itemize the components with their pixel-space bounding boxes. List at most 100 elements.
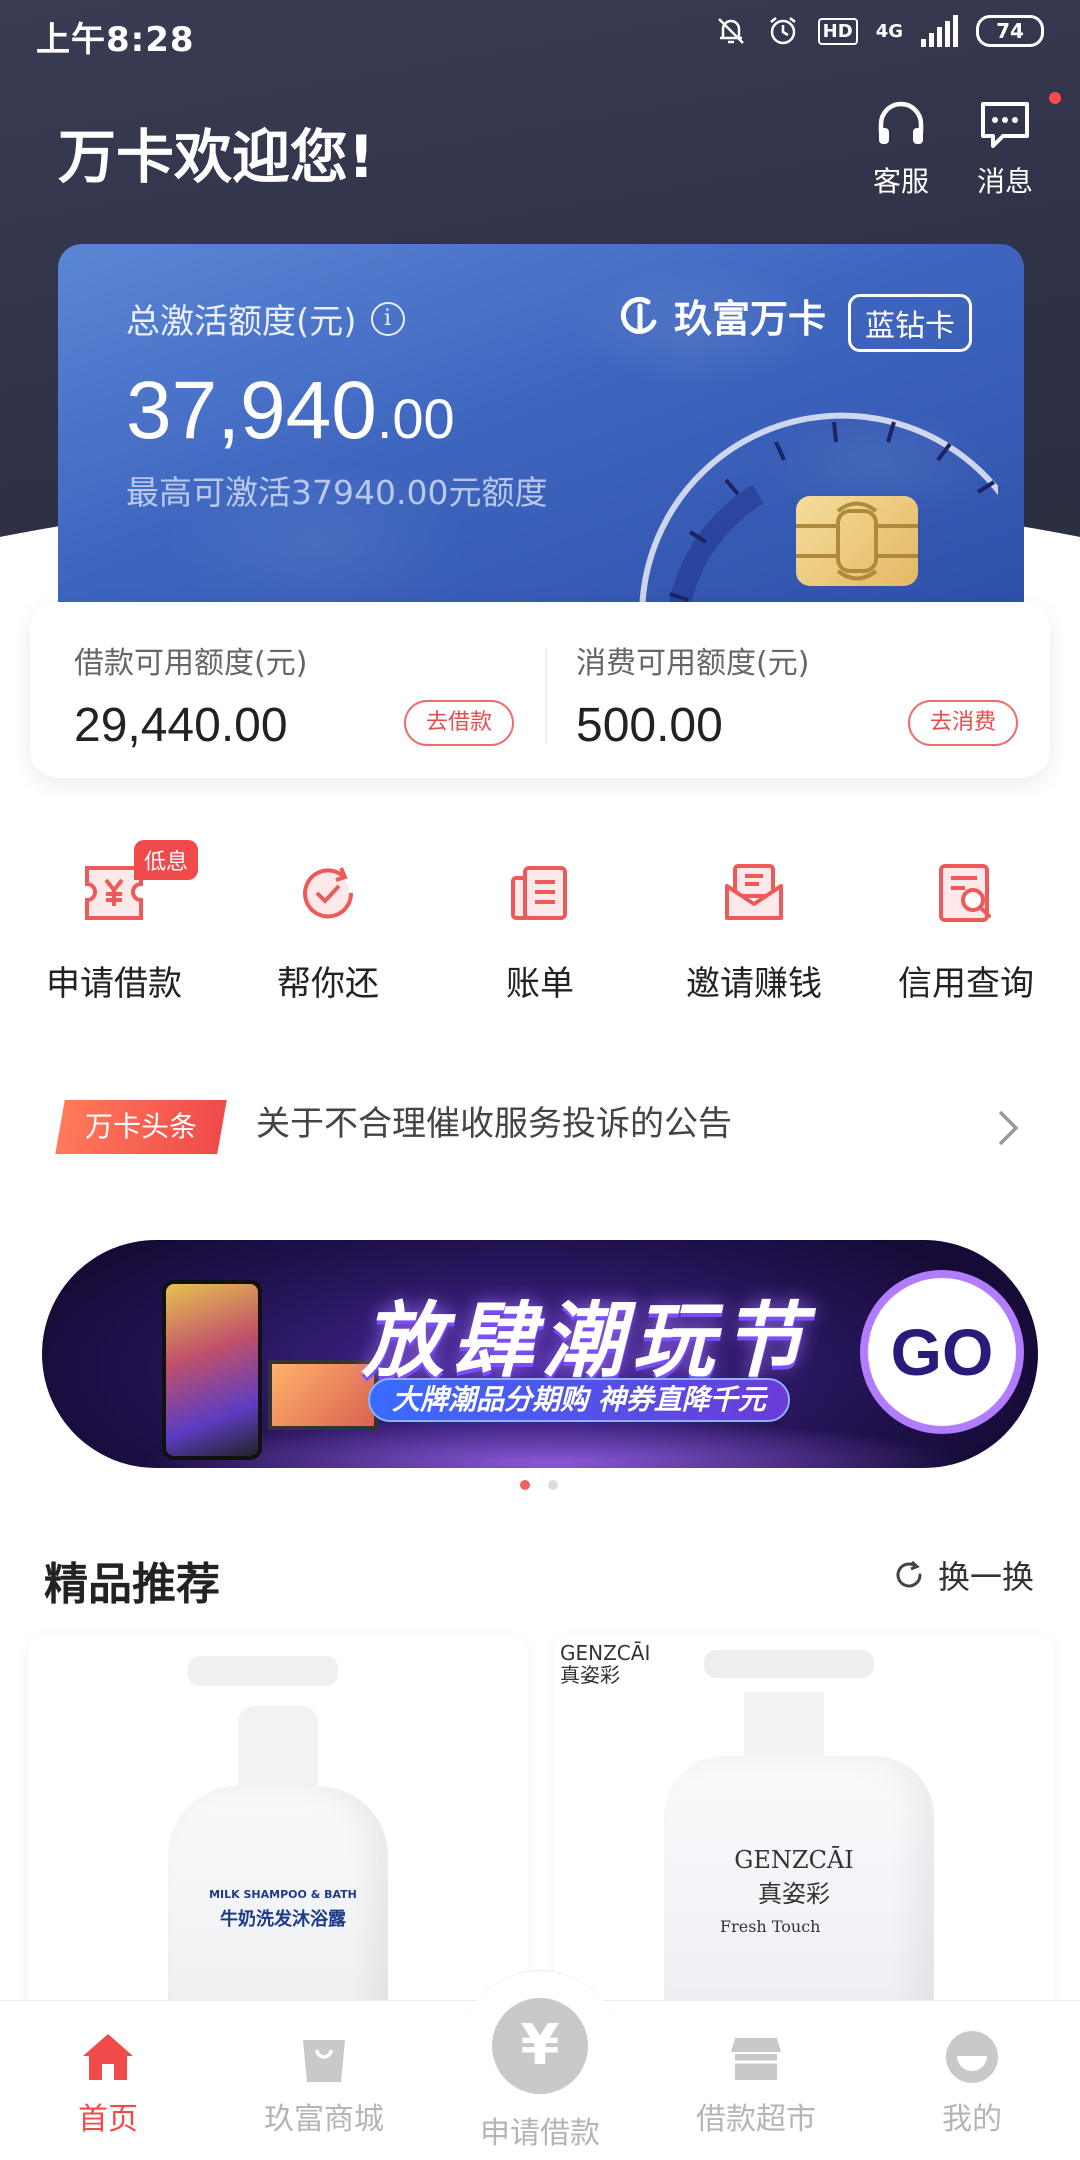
network-label: 4G: [875, 20, 903, 42]
banner-subtitle: 大牌潮品分期购 神券直降千元: [368, 1378, 790, 1422]
hd-badge: HD: [817, 17, 858, 45]
store-icon: [731, 2038, 781, 2080]
nav-loan-market[interactable]: 借款超市: [648, 2028, 864, 2138]
quick-action-label: 账单: [506, 964, 574, 1004]
amount-main: 37,940: [126, 365, 377, 456]
nav-apply-loan[interactable]: ¥ 申请借款: [432, 1998, 648, 2152]
quick-action-bill[interactable]: 账单: [432, 820, 648, 1005]
card-brand: 玖富万卡: [618, 288, 826, 343]
activation-hint: 最高可激活37940.00元额度: [126, 473, 548, 512]
status-icons: HD 4G 74: [714, 14, 1044, 48]
quick-action-label: 申请借款: [46, 964, 182, 1004]
banner-title: 放肆潮玩节: [362, 1294, 812, 1389]
product-tagline: MILK SHAMPOO & BATH: [209, 1888, 357, 1901]
info-icon[interactable]: i: [370, 301, 405, 336]
pagination-dot-active: [520, 1480, 530, 1490]
nav-profile[interactable]: 我的: [864, 2028, 1080, 2138]
product-label: GENZCĀI 真姿彩 Fresh Touch: [704, 1846, 884, 1936]
chip-lines: [796, 501, 918, 581]
alarm-icon: [769, 17, 796, 45]
bill-icon: [511, 866, 567, 920]
banner-go-button[interactable]: GO: [860, 1270, 1024, 1434]
card-chip: [796, 496, 918, 586]
product-line: Fresh Touch: [720, 1917, 821, 1936]
message-label: 消息: [976, 165, 1033, 198]
status-bar: 上午8:28 HD 4G 74: [0, 0, 1080, 66]
news-headline[interactable]: 关于不合理催收服务投诉的公告: [256, 1096, 732, 1145]
refresh-label: 换一换: [938, 1558, 1035, 1596]
brand-name: 玖富万卡: [674, 297, 827, 341]
quick-action-apply-loan[interactable]: 申请借款 低息: [6, 820, 222, 1005]
headset-icon: [878, 101, 924, 144]
pagination-dot: [548, 1480, 558, 1490]
quick-action-repay[interactable]: 帮你还: [220, 820, 436, 1005]
product-brand-corner: GENZCĀI 真姿彩: [560, 1642, 650, 1686]
quick-action-invite[interactable]: 邀请赚钱: [646, 820, 862, 1005]
credit-search-icon: [939, 864, 991, 922]
go-spend-button[interactable]: 去消费: [908, 700, 1019, 746]
balance-panel: 借款可用额度(元) 29,440.00 去借款 消费可用额度(元) 500.00…: [30, 602, 1050, 778]
refresh-button[interactable]: 换一换: [892, 1552, 1034, 1598]
product-image: [238, 1706, 318, 1796]
quick-action-label: 信用查询: [898, 964, 1034, 1004]
product-brand-en: GENZCĀI: [734, 1846, 854, 1874]
banner-phone-image: [162, 1280, 262, 1460]
invite-envelope-icon: [725, 864, 783, 920]
product-brand-cn: 真姿彩: [758, 1880, 830, 1908]
section-title: 精品推荐: [44, 1559, 220, 1610]
nav-label: 申请借款: [480, 2116, 600, 2151]
news-tag: 万卡头条: [55, 1100, 227, 1154]
product-image: [188, 1656, 338, 1686]
nav-mall[interactable]: 玖富商城: [216, 2028, 432, 2138]
brand-logo-icon: [620, 296, 657, 334]
mute-bell-icon: [717, 18, 744, 44]
shopping-bag-icon: [303, 2040, 345, 2082]
signal-icon: [921, 15, 958, 47]
quick-action-credit-query[interactable]: 信用查询: [858, 820, 1074, 1005]
total-limit-label: 总激活额度(元): [126, 302, 357, 342]
service-label: 客服: [872, 165, 929, 198]
refresh-icon: [896, 1560, 922, 1588]
brand-cn: 真姿彩: [560, 1663, 620, 1687]
product-label: MILK SHAMPOO & BATH 牛奶洗发沐浴露: [208, 1888, 358, 1931]
nav-label: 我的: [942, 2102, 1002, 2137]
banner-pagination: [520, 1480, 558, 1490]
customer-service-button[interactable]: 客服: [846, 96, 956, 200]
yuan-icon: ¥: [492, 1998, 588, 2094]
product-card[interactable]: MILK SHAMPOO & BATH 牛奶洗发沐浴露: [28, 1636, 528, 2056]
quick-actions: 申请借款 低息 帮你还 账单 邀请赚钱 信用查询: [0, 820, 1080, 1020]
message-icon: [981, 102, 1029, 148]
nav-label: 借款超市: [696, 2102, 816, 2137]
product-name: 牛奶洗发沐浴露: [220, 1909, 346, 1930]
card-tier-badge: 蓝钻卡: [848, 294, 972, 352]
repay-check-icon: [303, 867, 354, 919]
total-limit-amount: 37,940.00: [126, 364, 455, 458]
unread-dot: [1049, 92, 1061, 104]
divider: [545, 648, 547, 744]
profile-icon: [946, 2031, 998, 2083]
nav-label: 玖富商城: [264, 2102, 384, 2137]
chevron-right-icon[interactable]: [990, 1106, 1026, 1150]
go-borrow-button[interactable]: 去借款: [404, 700, 515, 746]
amount-cents: .00: [376, 387, 455, 450]
credit-card[interactable]: 总激活额度(元) i 玖富万卡 蓝钻卡 37,940.00 最高可激活37940…: [58, 244, 1024, 624]
spend-limit-label: 消费可用额度(元): [576, 646, 810, 681]
low-interest-badge: 低息: [134, 840, 199, 880]
card-label: 总激活额度(元) i: [126, 294, 405, 343]
news-ticker[interactable]: 万卡头条 关于不合理催收服务投诉的公告: [0, 1082, 1080, 1172]
nav-label: 首页: [78, 2102, 138, 2137]
greeting-title: 万卡欢迎您!: [58, 123, 375, 191]
quick-action-label: 邀请赚钱: [686, 964, 822, 1004]
banner-glow: [142, 1418, 962, 1468]
status-time: 上午8:28: [36, 20, 195, 60]
brand-en: GENZCĀI: [560, 1641, 651, 1665]
message-button[interactable]: 消息: [950, 92, 1061, 200]
borrow-limit-label: 借款可用额度(元): [74, 646, 308, 681]
product-card[interactable]: GENZCĀI 真姿彩 GENZCĀI 真姿彩 Fresh Touch: [554, 1636, 1054, 2056]
nav-home[interactable]: 首页: [0, 2028, 216, 2138]
promo-banner[interactable]: 放肆潮玩节 大牌潮品分期购 神券直降千元 GO: [42, 1240, 1038, 1468]
home-icon: [83, 2034, 133, 2080]
quick-action-label: 帮你还: [277, 964, 379, 1004]
product-image: [704, 1650, 874, 1678]
borrow-limit: 借款可用额度(元) 29,440.00: [74, 638, 307, 753]
